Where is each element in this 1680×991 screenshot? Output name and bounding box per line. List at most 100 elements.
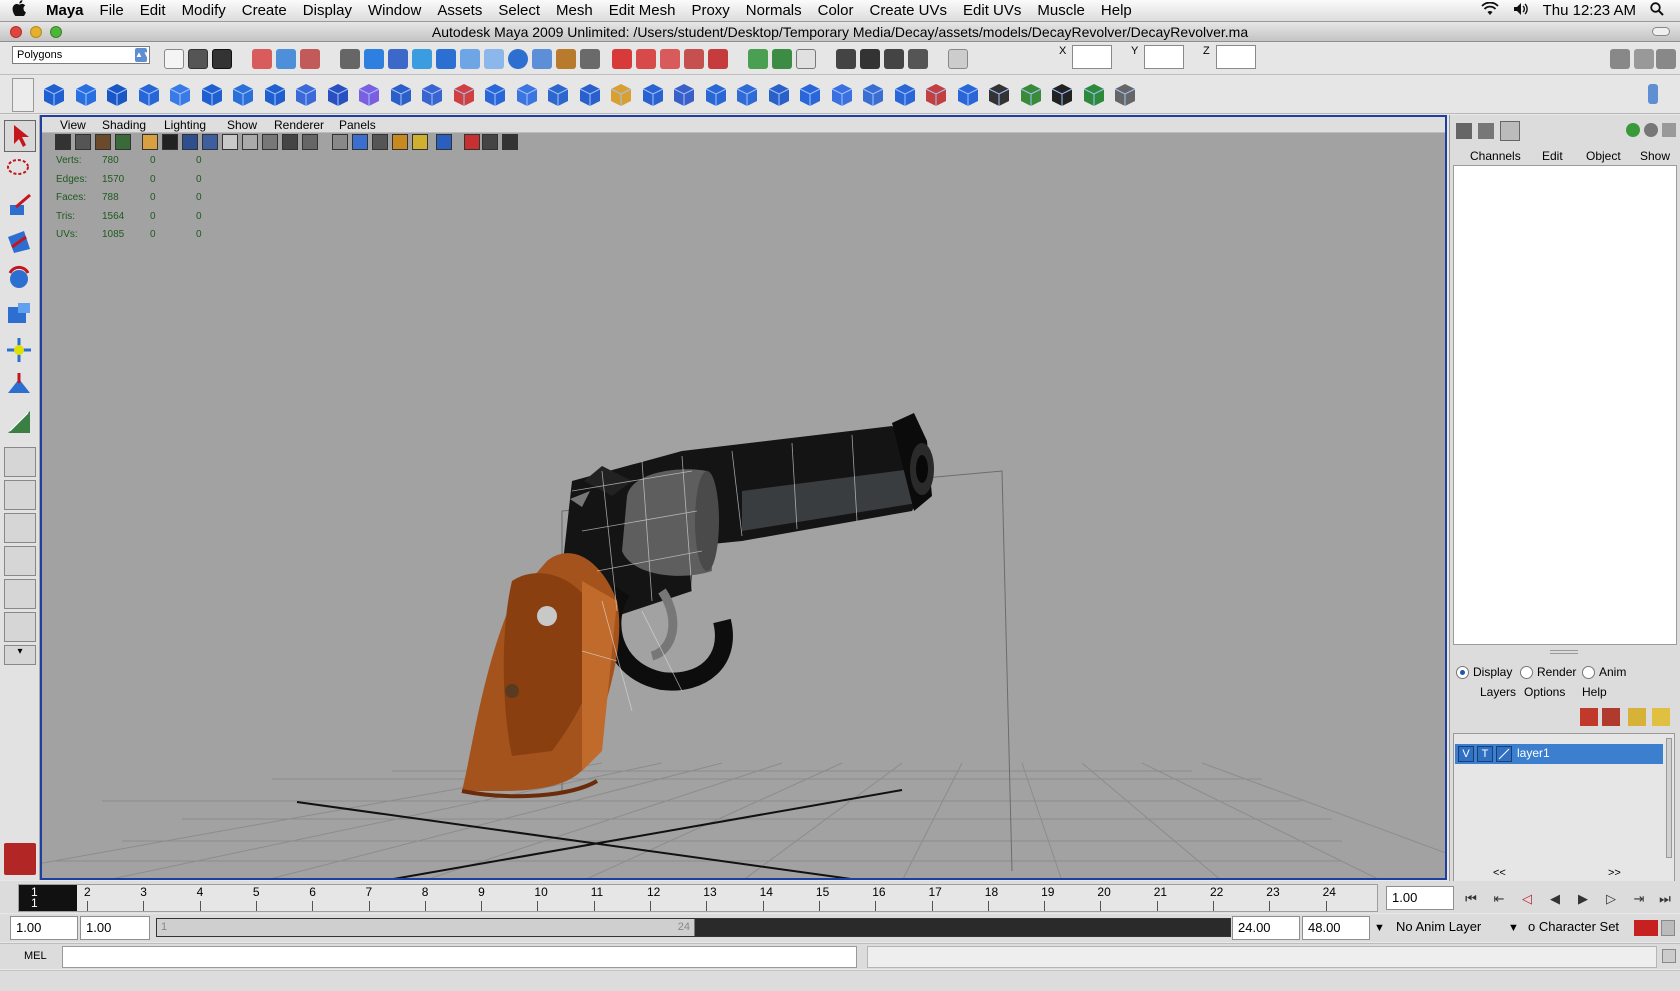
speed-icon[interactable] (1644, 123, 1658, 137)
layer-mode-radio-display[interactable] (1456, 666, 1469, 679)
anim-layer-arrow-icon[interactable]: ▼ (1374, 922, 1385, 934)
select-handles-icon[interactable] (364, 49, 384, 69)
layout-persp-outliner-icon[interactable] (4, 513, 36, 543)
extract-shelf-icon[interactable] (450, 81, 478, 109)
separate-shelf-icon[interactable] (418, 81, 446, 109)
lasso-tool-icon[interactable] (4, 155, 36, 187)
combine-shelf-icon[interactable] (387, 81, 415, 109)
start-time-field[interactable]: 1.00 (10, 916, 78, 940)
select-by-component-icon[interactable] (300, 49, 320, 69)
show-manipulators-icon[interactable] (482, 134, 498, 150)
layer-menu-options[interactable]: Options (1524, 685, 1565, 699)
wedge-shelf-icon[interactable] (859, 81, 887, 109)
show-manipulator-icon[interactable] (4, 407, 36, 439)
show-channel-box-icon[interactable] (1656, 49, 1676, 69)
render-current-frame-icon[interactable] (860, 49, 880, 69)
volume-icon[interactable] (1513, 2, 1529, 20)
step-forward-key-button[interactable]: ⇥ (1630, 891, 1648, 906)
panel-menu-shading[interactable]: Shading (102, 118, 146, 132)
gate-mask-icon[interactable] (436, 134, 452, 150)
snap-to-grids-icon[interactable] (612, 49, 632, 69)
render-settings-icon[interactable] (908, 49, 928, 69)
layout-graph-persp-icon[interactable] (4, 612, 36, 642)
layer-mode-radio-anim[interactable] (1582, 666, 1595, 679)
layer-row[interactable]: V T layer1 (1455, 744, 1663, 764)
menu-modify[interactable]: Modify (174, 2, 234, 19)
mirror-geometry-shelf-icon[interactable] (544, 81, 572, 109)
camera-attributes-icon[interactable] (75, 134, 91, 150)
input-field-mode-icon[interactable] (948, 49, 968, 69)
poly-torus-shelf-icon[interactable] (198, 81, 226, 109)
play-forwards-button[interactable]: ▶ (1574, 891, 1592, 906)
smooth-shade-icon[interactable] (182, 134, 198, 150)
insert-edge-loop-shelf-icon[interactable] (702, 81, 730, 109)
menu-display[interactable]: Display (295, 2, 360, 19)
paint-select-tool-icon[interactable] (4, 191, 36, 223)
grid-icon[interactable] (142, 134, 158, 150)
menu-create[interactable]: Create (234, 2, 295, 19)
cylindrical-mapping-shelf-icon[interactable] (1017, 81, 1045, 109)
spotlight-icon[interactable] (1650, 1, 1664, 20)
create-empty-layer-icon[interactable] (1602, 708, 1620, 726)
menu-file[interactable]: File (92, 2, 132, 19)
bridge-shelf-icon[interactable] (607, 81, 635, 109)
channel-menu-edit[interactable]: Edit (1542, 149, 1563, 163)
menu-proxy[interactable]: Proxy (683, 2, 737, 19)
menu-edit-uvs[interactable]: Edit UVs (955, 2, 1029, 19)
snap-to-curves-icon[interactable] (636, 49, 656, 69)
wireframe-icon[interactable] (162, 134, 178, 150)
channel-menu-show[interactable]: Show (1640, 149, 1670, 163)
menu-edit-mesh[interactable]: Edit Mesh (601, 2, 684, 19)
construction-history-icon[interactable] (796, 49, 816, 69)
poly-prism-shelf-icon[interactable] (229, 81, 257, 109)
select-rendering-icon[interactable] (508, 49, 528, 69)
poly-platonic-shelf-icon[interactable] (355, 81, 383, 109)
manipulator-icon[interactable] (1626, 123, 1640, 137)
new-scene-icon[interactable] (164, 49, 184, 69)
channel-menu-object[interactable]: Object (1586, 149, 1621, 163)
add-divisions-shelf-icon[interactable] (765, 81, 793, 109)
image-plane-icon[interactable] (115, 134, 131, 150)
use-lights-icon[interactable] (222, 134, 238, 150)
safe-action-icon[interactable] (372, 134, 388, 150)
playback-end-field[interactable]: 24.00 (1232, 916, 1300, 940)
panel-menu-view[interactable]: View (60, 118, 86, 132)
soft-modification-icon[interactable] (4, 371, 36, 403)
poly-cube-shelf-icon[interactable] (72, 81, 100, 109)
wifi-icon[interactable] (1480, 1, 1499, 20)
move-tool-icon[interactable] (4, 227, 36, 259)
high-quality-icon[interactable] (262, 134, 278, 150)
close-window-icon[interactable] (10, 26, 22, 38)
anim-layer-dropdown[interactable]: No Anim Layer (1392, 916, 1502, 940)
menu-edit[interactable]: Edit (132, 2, 174, 19)
layer-menu-layers[interactable]: Layers (1480, 685, 1516, 699)
show-hud-icon[interactable] (502, 134, 518, 150)
select-joints-icon[interactable] (388, 49, 408, 69)
create-layer-selected-icon[interactable] (1580, 708, 1598, 726)
append-polygon-shelf-icon[interactable] (639, 81, 667, 109)
universal-manipulator-icon[interactable] (4, 335, 36, 367)
step-back-frame-button[interactable]: ◁ (1518, 891, 1536, 906)
select-dynamics-icon[interactable] (484, 49, 504, 69)
snap-to-view-planes-icon[interactable] (684, 49, 704, 69)
go-to-start-button[interactable]: ⏮ (1462, 891, 1480, 906)
select-curves-icon[interactable] (412, 49, 432, 69)
poke-shelf-icon[interactable] (891, 81, 919, 109)
select-camera-icon[interactable] (55, 134, 71, 150)
isolate-select-icon[interactable] (302, 134, 318, 150)
layout-four-view-icon[interactable] (4, 480, 36, 510)
input-connections-icon[interactable] (748, 49, 768, 69)
highlight-selection-icon[interactable] (580, 49, 600, 69)
snap-to-points-icon[interactable] (660, 49, 680, 69)
layout-hypershade-icon[interactable] (4, 579, 36, 609)
hyperbolic-icon[interactable] (1662, 123, 1676, 137)
smooth-shelf-icon[interactable] (481, 81, 509, 109)
lock-selection-icon[interactable] (340, 49, 360, 69)
poly-pipe-shelf-icon[interactable] (261, 81, 289, 109)
save-scene-icon[interactable] (212, 49, 232, 69)
range-slider-handle[interactable]: 1 24 (157, 919, 695, 936)
zoom-window-icon[interactable] (50, 26, 62, 38)
x-input[interactable] (1072, 45, 1112, 69)
render-view-icon[interactable] (836, 49, 856, 69)
shelf-scroll-icon[interactable] (1648, 84, 1658, 104)
